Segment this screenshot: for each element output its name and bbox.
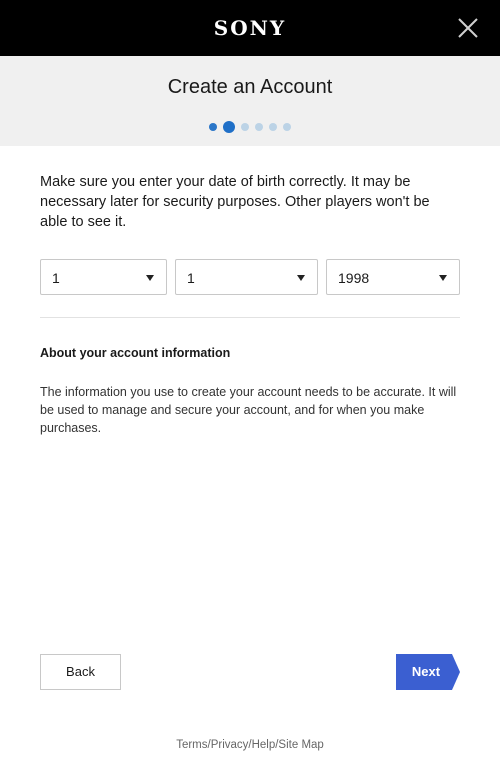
next-button[interactable]: Next bbox=[396, 654, 460, 690]
birth-day-select[interactable]: 1 bbox=[175, 259, 318, 295]
page-title: Create an Account bbox=[167, 76, 333, 98]
chevron-down-icon bbox=[439, 275, 447, 281]
account-info-heading: About your account information bbox=[40, 346, 231, 360]
close-icon[interactable] bbox=[454, 14, 482, 42]
birth-month-select[interactable]: 1 bbox=[40, 259, 167, 295]
chevron-down-icon bbox=[297, 275, 305, 281]
birth-year-value: 1998 bbox=[338, 270, 370, 286]
chevron-down-icon bbox=[146, 275, 154, 281]
step-dot-5 bbox=[269, 123, 277, 131]
next-button-label: Next bbox=[411, 664, 441, 679]
step-dot-6 bbox=[283, 123, 291, 131]
step-dot-4 bbox=[255, 123, 263, 131]
top-bar: SONY bbox=[0, 0, 500, 56]
sony-logo: SONY bbox=[213, 16, 287, 40]
step-indicator bbox=[0, 121, 500, 133]
dob-instructions: Make sure you enter your date of birth c… bbox=[40, 174, 430, 230]
birth-day-value: 1 bbox=[187, 270, 195, 286]
page-header: Create an Account bbox=[0, 56, 500, 146]
back-button[interactable]: Back bbox=[40, 654, 121, 690]
birth-month-value: 1 bbox=[52, 270, 60, 286]
birth-year-select[interactable]: 1998 bbox=[326, 259, 460, 295]
step-dot-2-current bbox=[223, 121, 235, 133]
step-dot-1 bbox=[209, 123, 217, 131]
step-dot-3 bbox=[241, 123, 249, 131]
divider bbox=[40, 317, 460, 318]
account-info-text: The information you use to create your a… bbox=[40, 385, 457, 435]
footer-links[interactable]: Terms/Privacy/Help/Site Map bbox=[0, 739, 500, 751]
